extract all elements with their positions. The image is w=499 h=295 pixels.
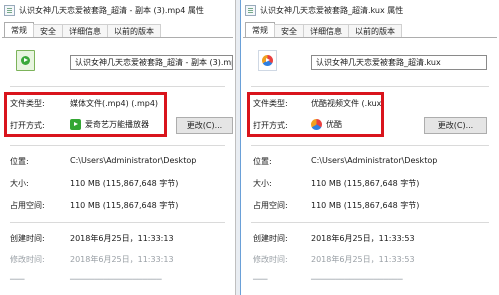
created-value: 2018年6月25日，11:33:13 [70,234,174,243]
faded-row: ━━━ [253,275,268,284]
disk-size-label: 占用空间: [10,201,45,210]
disk-size-value: 110 MB (115,867,648 字节) [311,201,420,210]
modified-label: 修改时间: [10,255,45,264]
mp4-file-icon [16,50,35,71]
tab-security[interactable]: 安全 [274,24,304,37]
divider [251,222,489,223]
highlight-box [4,92,167,137]
divider [251,145,489,146]
divider [10,145,225,146]
divider [10,222,225,223]
window-title: 认识女神几天恋爱被套路_超清.kux 属性 [260,5,404,15]
tab-security[interactable]: 安全 [33,24,63,37]
change-button[interactable]: 更改(C)... [176,117,233,134]
tab-general[interactable]: 常规 [4,22,34,37]
tab-details[interactable]: 详细信息 [303,24,349,37]
properties-window-mp4: 认识女神几天恋爱被套路_超清 - 副本 (3).mp4 属性 常规 安全 详细信… [0,0,236,295]
location-value: C:\Users\Administrator\Desktop [70,156,197,165]
size-value: 110 MB (115,867,648 字节) [70,179,179,188]
modified-label: 修改时间: [253,255,288,264]
faded-row: ━━━━━━━━━━━━━━━━━━━ [70,275,162,284]
tab-strip: 常规 安全 详细信息 以前的版本 [4,22,235,37]
tab-previous-versions[interactable]: 以前的版本 [107,24,161,37]
size-value: 110 MB (115,867,648 字节) [311,179,420,188]
location-label: 位置: [10,157,29,166]
tab-general[interactable]: 常规 [245,22,275,37]
highlight-box [247,92,384,137]
tab-details[interactable]: 详细信息 [62,24,108,37]
created-label: 创建时间: [10,234,45,243]
window-title: 认识女神几天恋爱被套路_超清 - 副本 (3).mp4 属性 [19,5,204,15]
location-value: C:\Users\Administrator\Desktop [311,156,438,165]
disk-size-value: 110 MB (115,867,648 字节) [70,201,179,210]
title-bar: 认识女神几天恋爱被套路_超清 - 副本 (3).mp4 属性 [0,0,235,20]
properties-icon [4,4,15,16]
size-label: 大小: [10,179,29,188]
size-label: 大小: [253,179,272,188]
modified-value: 2018年6月25日，11:33:13 [70,255,174,264]
panel-border [2,37,233,38]
tab-previous-versions[interactable]: 以前的版本 [348,24,402,37]
properties-window-kux: 认识女神几天恋爱被套路_超清.kux 属性 常规 安全 详细信息 以前的版本 认… [240,0,499,295]
faded-row: ━━━━━━━━━━━━━━━━━━━ [311,275,403,284]
kux-file-icon [258,50,277,71]
created-value: 2018年6月25日，11:33:53 [311,234,415,243]
divider [10,86,225,87]
filename-field[interactable]: 认识女神几天恋爱被套路_超清 - 副本 (3).mp4 [70,55,233,70]
modified-value: 2018年6月25日，11:33:53 [311,255,415,264]
panel-border [243,37,497,38]
tab-strip: 常规 安全 详细信息 以前的版本 [245,22,499,37]
disk-size-label: 占用空间: [253,201,288,210]
filename-field[interactable]: 认识女神几天恋爱被套路_超清.kux [311,55,487,70]
location-label: 位置: [253,157,272,166]
title-bar: 认识女神几天恋爱被套路_超清.kux 属性 [241,0,499,20]
faded-row: ━━━ [10,275,25,284]
created-label: 创建时间: [253,234,288,243]
divider [251,86,489,87]
change-button[interactable]: 更改(C)... [424,117,487,134]
properties-icon [245,4,256,16]
